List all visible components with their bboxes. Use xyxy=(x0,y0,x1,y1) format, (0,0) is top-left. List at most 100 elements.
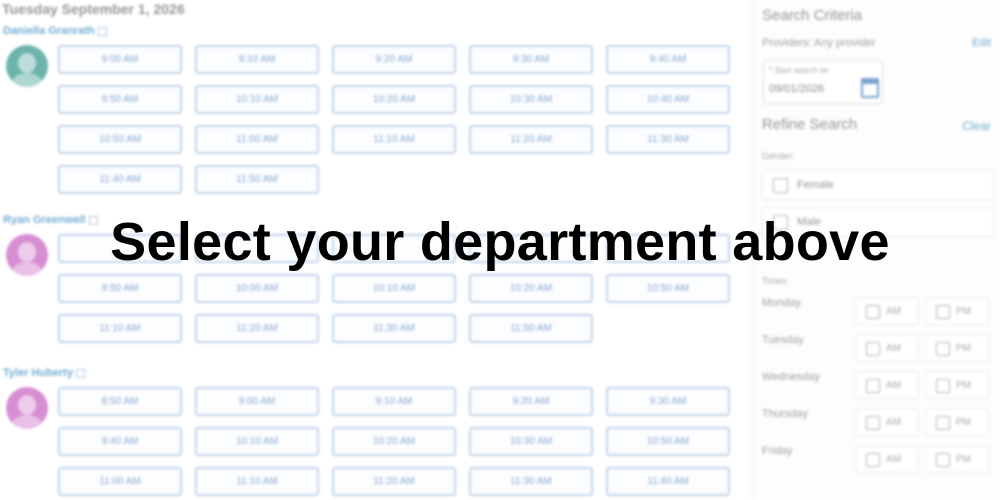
time-slot-button[interactable]: 8:50 AM xyxy=(58,387,182,416)
time-slot-button[interactable]: 11:20 AM xyxy=(195,314,319,343)
time-slot-button[interactable]: 10:50 AM xyxy=(606,274,730,303)
time-slot-button[interactable]: 9:40 AM xyxy=(606,45,730,74)
time-slot-button[interactable]: 10:30 AM xyxy=(469,85,593,114)
time-slot-button[interactable]: 11:10 AM xyxy=(195,467,319,496)
time-slot-button[interactable]: 10:40 AM xyxy=(606,85,730,114)
checkbox-icon[interactable] xyxy=(866,342,880,356)
day-label: Thursday xyxy=(762,408,808,420)
time-slot-button[interactable]: 9:30 AM xyxy=(469,45,593,74)
pm-label: PM xyxy=(956,306,971,317)
time-slot-button[interactable]: 11:00 AM xyxy=(195,125,319,154)
schedule-date-heading: Tuesday September 1, 2026 xyxy=(2,1,185,17)
select-department-message: Select your department above xyxy=(110,212,890,272)
edit-providers-link[interactable]: Edit xyxy=(972,37,991,49)
day-row-wednesday: Wednesday AM PM xyxy=(762,371,997,401)
am-option[interactable]: AM xyxy=(855,297,919,325)
time-slot-button[interactable]: 11:30 AM xyxy=(332,314,456,343)
time-slot-button[interactable]: 11:30 AM xyxy=(606,125,730,154)
time-slot-button[interactable]: 10:10 AM xyxy=(332,274,456,303)
am-option[interactable]: AM xyxy=(855,445,919,473)
am-label: AM xyxy=(886,306,901,317)
am-label: AM xyxy=(886,454,901,465)
time-slot-button[interactable]: 9:20 AM xyxy=(332,45,456,74)
start-date-value: 09/01/2026 xyxy=(769,83,825,95)
time-slot-button[interactable]: 9:40 AM xyxy=(58,427,182,456)
checkbox-icon[interactable] xyxy=(773,178,788,193)
day-label: Wednesday xyxy=(762,371,820,383)
pm-label: PM xyxy=(956,380,971,391)
checkbox-icon[interactable] xyxy=(936,342,950,356)
time-slot-button[interactable]: 9:50 AM xyxy=(58,274,182,303)
day-label: Tuesday xyxy=(762,334,804,346)
time-slot-button[interactable]: 10:50 AM xyxy=(58,125,182,154)
calendar-icon[interactable] xyxy=(861,78,879,98)
checkbox-icon[interactable] xyxy=(866,416,880,430)
time-slot-grid: 8:50 AM 9:00 AM 9:10 AM 9:20 AM 9:30 AM 9:40 … xyxy=(58,387,730,496)
time-slot-button[interactable]: 11:50 AM xyxy=(469,314,593,343)
am-label: AM xyxy=(886,343,901,354)
external-link-icon xyxy=(97,26,107,36)
pm-option[interactable]: PM xyxy=(925,334,989,362)
checkbox-icon[interactable] xyxy=(866,379,880,393)
provider-section: Daniella Granrath 9:00 AM 9:10 AM 9:20 AM 9… xyxy=(0,25,740,205)
day-row-thursday: Thursday AM PM xyxy=(762,408,997,438)
time-slot-button[interactable]: 11:10 AM xyxy=(58,314,182,343)
external-link-icon xyxy=(76,368,86,378)
checkbox-icon[interactable] xyxy=(866,453,880,467)
pm-option[interactable]: PM xyxy=(925,445,989,473)
time-slot-button[interactable]: 9:00 AM xyxy=(195,387,319,416)
time-slot-button[interactable]: 9:30 AM xyxy=(606,387,730,416)
time-slot-button[interactable]: 9:50 AM xyxy=(58,85,182,114)
time-slot-button[interactable]: 10:30 AM xyxy=(469,427,593,456)
am-label: AM xyxy=(886,380,901,391)
checkbox-icon[interactable] xyxy=(936,379,950,393)
time-slot-button[interactable]: 9:00 AM xyxy=(58,45,182,74)
time-slot-grid: 9:00 AM 9:10 AM 9:20 AM 9:30 AM 9:40 AM 9:50 … xyxy=(58,45,730,194)
provider-name-text: Tyler Huberty xyxy=(3,367,74,379)
providers-summary: Providers: Any provider xyxy=(762,37,876,49)
provider-section: Tyler Huberty 8:50 AM 9:00 AM 9:10 AM 9:20 … xyxy=(0,367,740,500)
pm-option[interactable]: PM xyxy=(925,371,989,399)
clear-filters-link[interactable]: Clear xyxy=(962,119,991,133)
time-slot-button[interactable]: 11:50 AM xyxy=(195,165,319,194)
gender-label: Gender: xyxy=(762,151,795,161)
time-slot-button[interactable]: 11:30 AM xyxy=(469,467,593,496)
gender-option-female[interactable]: Female xyxy=(762,170,994,200)
time-slot-button[interactable]: 9:10 AM xyxy=(195,45,319,74)
checkbox-icon[interactable] xyxy=(936,305,950,319)
pm-label: PM xyxy=(956,454,971,465)
pm-option[interactable]: PM xyxy=(925,297,989,325)
provider-name[interactable]: Tyler Huberty xyxy=(3,367,86,379)
time-slot-button[interactable]: 11:40 AM xyxy=(58,165,182,194)
time-slot-button[interactable]: 11:20 AM xyxy=(469,125,593,154)
time-slot-button[interactable]: 10:10 AM xyxy=(195,427,319,456)
time-slot-button[interactable]: 10:20 AM xyxy=(332,85,456,114)
checkbox-icon[interactable] xyxy=(866,305,880,319)
checkbox-icon[interactable] xyxy=(936,416,950,430)
search-criteria-title: Search Criteria xyxy=(762,7,863,24)
time-slot-button[interactable]: 10:50 AM xyxy=(606,427,730,456)
time-slot-button[interactable]: 10:10 AM xyxy=(195,85,319,114)
time-slot-button[interactable]: 10:00 AM xyxy=(195,274,319,303)
checkbox-icon[interactable] xyxy=(936,453,950,467)
pm-label: PM xyxy=(956,343,971,354)
time-slot-button[interactable]: 9:10 AM xyxy=(332,387,456,416)
day-label: Friday xyxy=(762,445,793,457)
time-slot-button[interactable]: 9:20 AM xyxy=(469,387,593,416)
am-option[interactable]: AM xyxy=(855,371,919,399)
time-slot-button[interactable]: 11:10 AM xyxy=(332,125,456,154)
time-slot-button[interactable]: 10:20 AM xyxy=(332,427,456,456)
day-row-monday: Monday AM PM xyxy=(762,297,997,327)
day-row-tuesday: Tuesday AM PM xyxy=(762,334,997,364)
am-option[interactable]: AM xyxy=(855,408,919,436)
gender-option-label: Female xyxy=(797,179,834,191)
pm-option[interactable]: PM xyxy=(925,408,989,436)
time-slot-button[interactable]: 11:40 AM xyxy=(606,467,730,496)
time-slot-button[interactable]: 10:20 AM xyxy=(469,274,593,303)
day-label: Monday xyxy=(762,297,802,309)
time-slot-button[interactable]: 11:00 AM xyxy=(58,467,182,496)
provider-name[interactable]: Daniella Granrath xyxy=(3,25,107,37)
start-date-label: * Start search on xyxy=(769,66,829,75)
am-option[interactable]: AM xyxy=(855,334,919,362)
time-slot-button[interactable]: 11:20 AM xyxy=(332,467,456,496)
